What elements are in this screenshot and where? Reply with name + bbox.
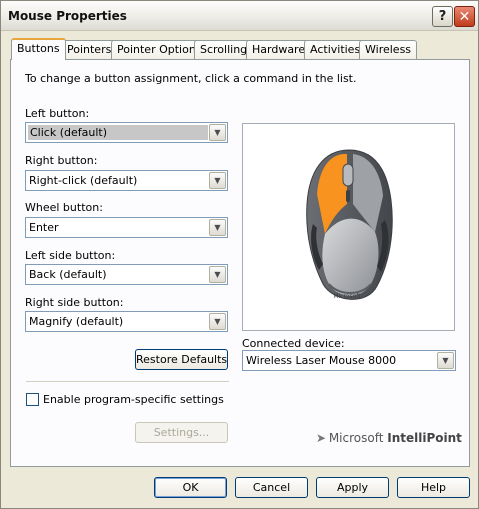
help-button[interactable]: Help (397, 477, 470, 498)
chevron-down-icon[interactable]: ▼ (209, 313, 226, 330)
right-side-button-label: Right side button: (25, 296, 124, 309)
chevron-down-icon[interactable]: ▼ (209, 219, 226, 236)
ok-button[interactable]: OK (154, 477, 227, 498)
restore-defaults-button[interactable]: Restore Defaults (135, 349, 228, 370)
help-icon[interactable]: ? (432, 6, 453, 27)
left-button-select[interactable]: Click (default) ▼ (25, 122, 228, 143)
right-side-button-select[interactable]: Magnify (default) ▼ (25, 311, 228, 332)
connected-device-select[interactable]: Wireless Laser Mouse 8000 ▼ (242, 350, 456, 371)
brand-product: IntelliPoint (387, 431, 462, 445)
cancel-button[interactable]: Cancel (235, 477, 308, 498)
connected-device-label: Connected device: (242, 337, 345, 350)
chevron-down-icon[interactable]: ▼ (437, 352, 454, 369)
right-side-button-value: Magnify (default) (29, 315, 124, 328)
connected-device-value: Wireless Laser Mouse 8000 (246, 354, 397, 367)
wheel-button-select[interactable]: Enter ▼ (25, 217, 228, 238)
right-button-label: Right button: (25, 154, 98, 167)
left-button-value: Click (default) (28, 125, 208, 140)
instruction-text: To change a button assignment, click a c… (25, 72, 357, 85)
buttons-tab-panel: To change a button assignment, click a c… (10, 59, 470, 467)
left-side-button-value: Back (default) (29, 268, 107, 281)
settings-button[interactable]: Settings... (135, 422, 228, 443)
wheel-button-value: Enter (29, 221, 59, 234)
mouse-properties-window: Mouse Properties ? ✕ Buttons Pointers Po… (0, 0, 479, 509)
program-specific-checkbox[interactable] (26, 393, 39, 406)
wheel-button-label: Wheel button: (25, 201, 103, 214)
left-side-button-label: Left side button: (25, 249, 116, 262)
tab-wireless[interactable]: Wireless (359, 40, 418, 59)
apply-button[interactable]: Apply (316, 477, 389, 498)
mouse-illustration: Microsoft (306, 149, 393, 300)
right-button-select[interactable]: Right-click (default) ▼ (25, 170, 228, 191)
close-icon[interactable]: ✕ (454, 6, 475, 27)
program-specific-label[interactable]: Enable program-specific settings (43, 393, 224, 406)
chevron-down-icon[interactable]: ▼ (209, 172, 226, 189)
title-bar[interactable]: Mouse Properties ? ✕ (1, 1, 478, 31)
intellipoint-branding: ➤ Microsoft IntelliPoint (316, 431, 462, 445)
mouse-brand-text: Microsoft (333, 293, 361, 300)
divider (26, 381, 229, 383)
tab-pointers[interactable]: Pointers (61, 40, 118, 59)
mouse-image-frame: Microsoft (242, 123, 455, 331)
left-button-label: Left button: (25, 107, 90, 120)
tab-scrolling[interactable]: Scrolling (194, 40, 254, 59)
window-title: Mouse Properties (8, 9, 127, 23)
tab-hardware[interactable]: Hardware (246, 40, 312, 59)
left-side-button-select[interactable]: Back (default) ▼ (25, 264, 228, 285)
tab-buttons[interactable]: Buttons (11, 38, 66, 60)
chevron-down-icon[interactable]: ▼ (209, 266, 226, 283)
chevron-down-icon[interactable]: ▼ (209, 124, 226, 141)
brand-name: Microsoft (328, 431, 384, 445)
right-button-value: Right-click (default) (29, 174, 138, 187)
tab-activities[interactable]: Activities (304, 40, 367, 59)
pointer-icon: ➤ (316, 431, 327, 445)
